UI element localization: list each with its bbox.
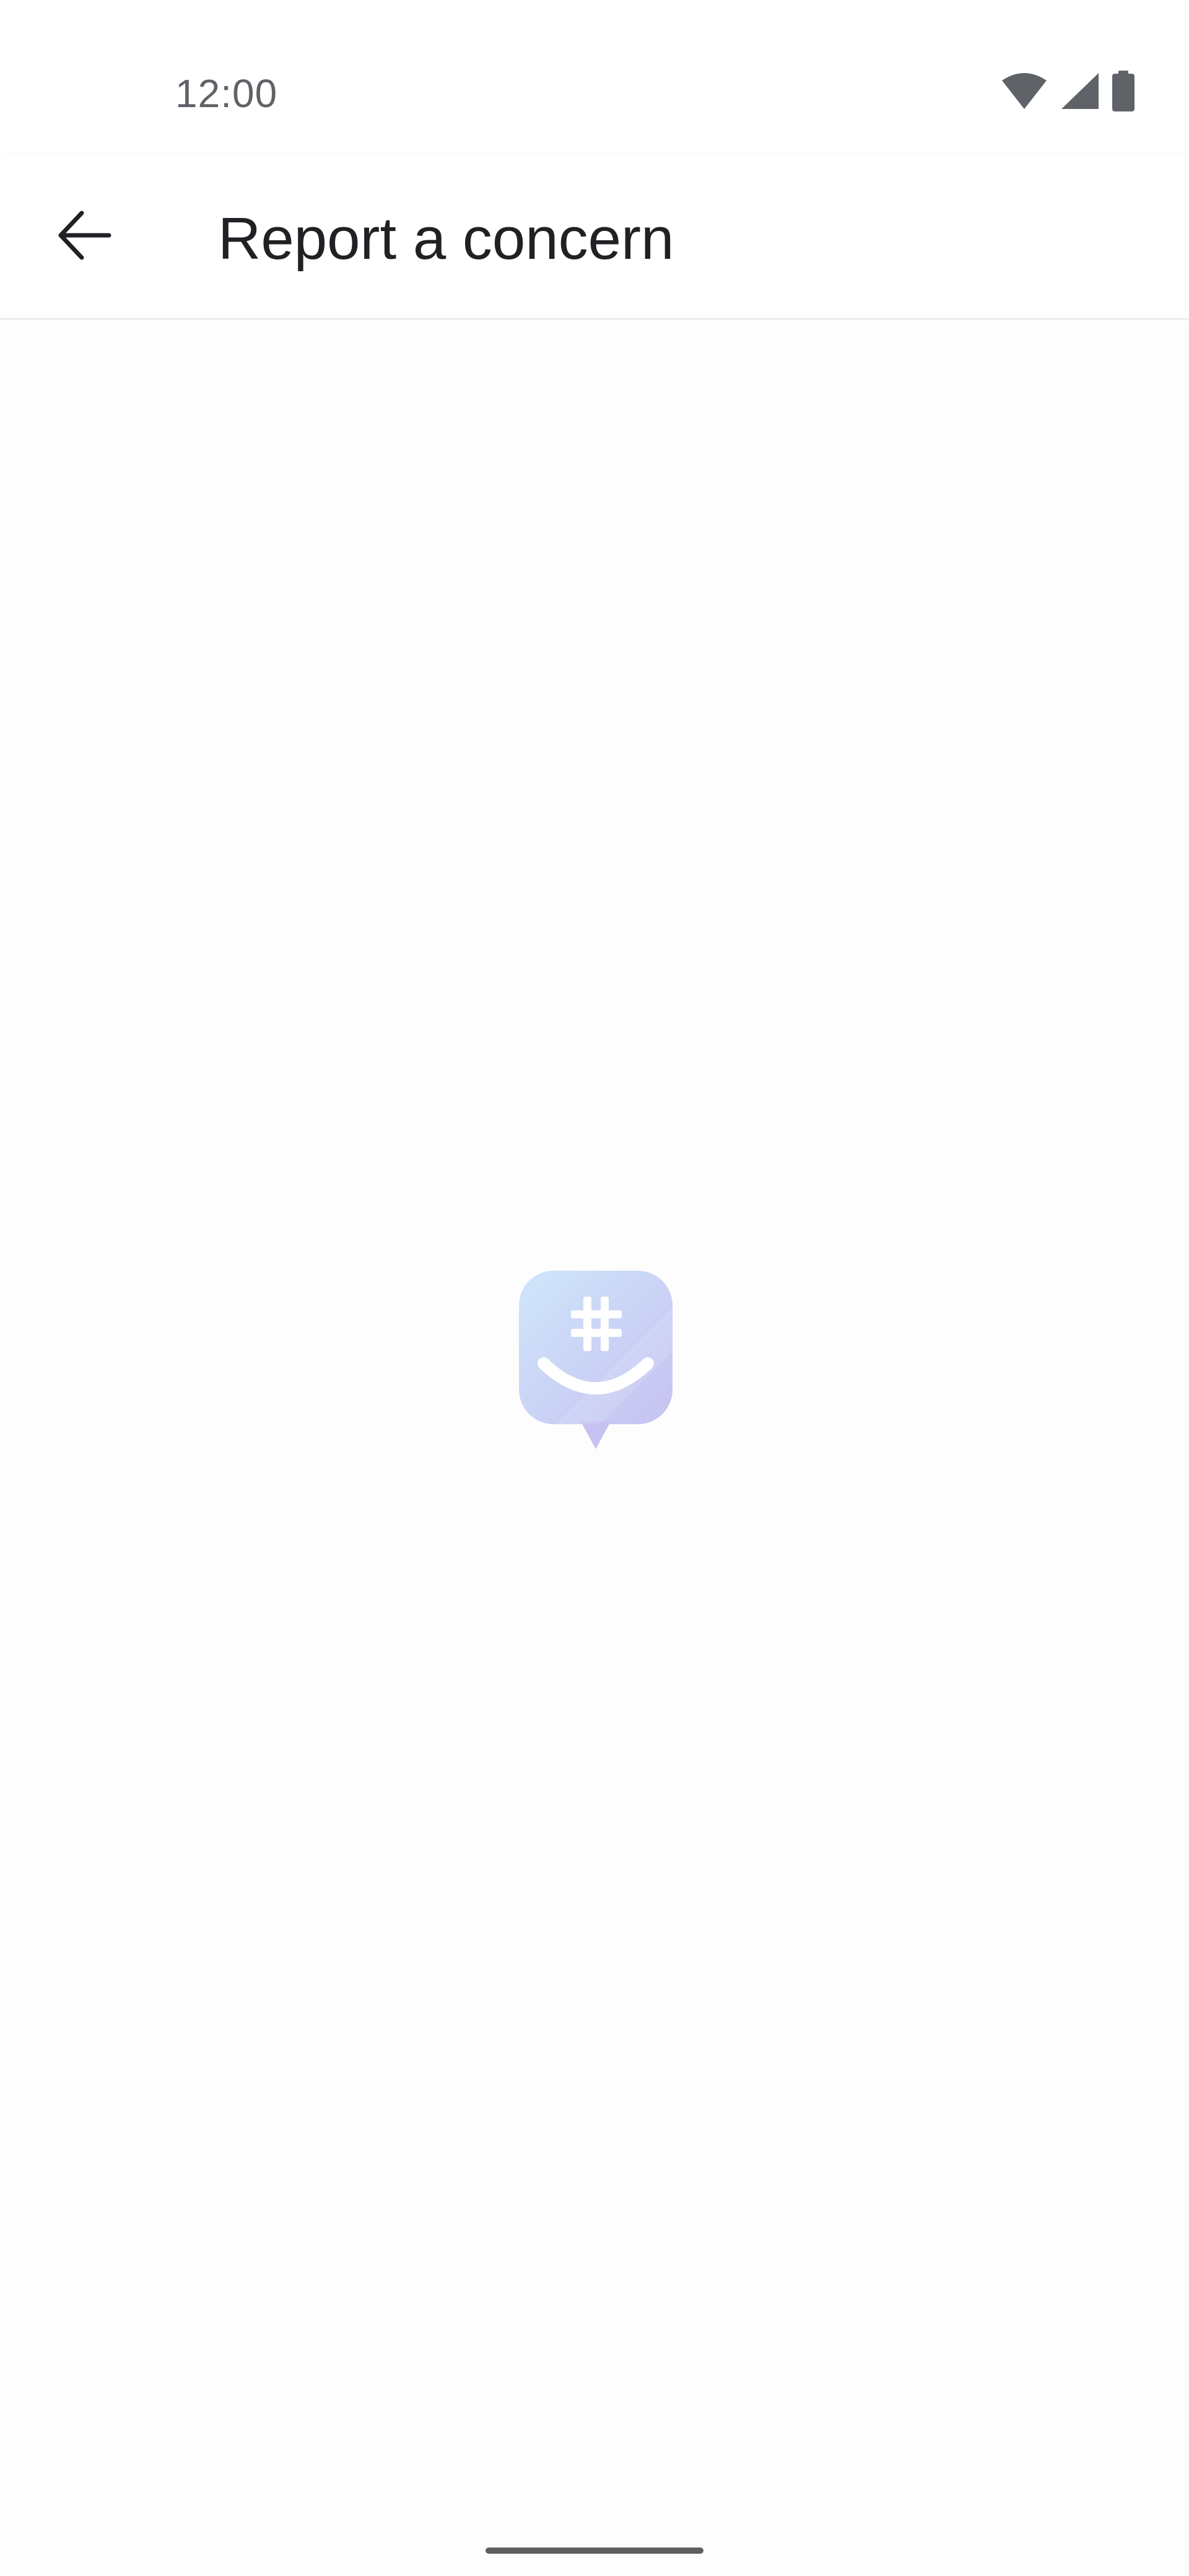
cellular-signal-icon [1060,72,1100,110]
status-time: 12:00 [175,71,278,116]
status-icons [1001,69,1135,113]
battery-icon [1112,71,1135,111]
page-title: Report a concern [218,206,674,272]
app-bar: Report a concern [0,155,1189,320]
wifi-icon [1001,72,1048,110]
back-button[interactable] [40,192,129,281]
chat-bubble-hashtag-smile-logo [519,1271,673,1450]
arrow-left-icon [54,206,114,268]
gesture-navigation-handle[interactable] [486,2548,703,2554]
content-area [0,320,1189,2512]
